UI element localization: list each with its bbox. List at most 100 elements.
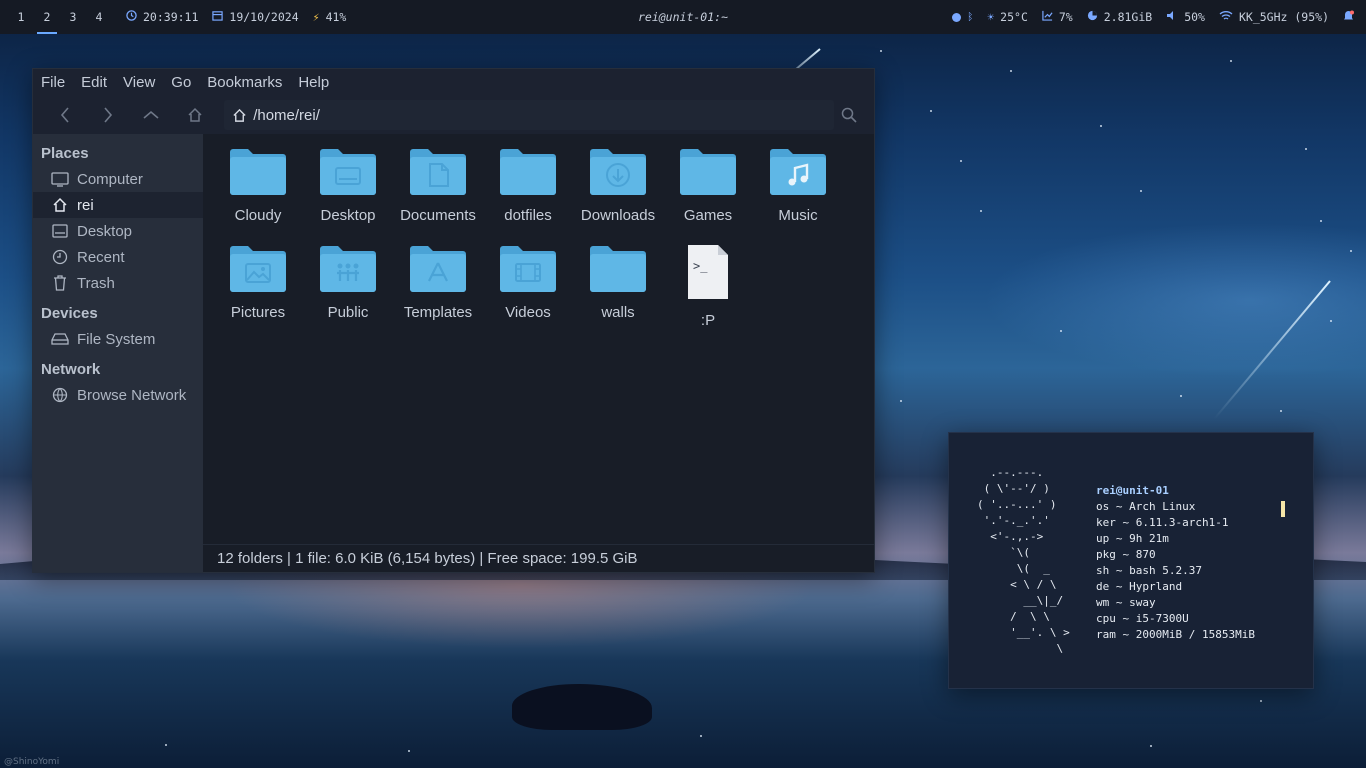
sidebar-item-desktop[interactable]: Desktop (33, 218, 203, 244)
sidebar-heading-places: Places (41, 145, 89, 162)
sidebar-item-label: Trash (77, 274, 115, 292)
notification-bell-icon[interactable] (1343, 10, 1354, 25)
bolt-icon: ⚡ (312, 10, 320, 24)
sidebar-item-rei[interactable]: rei (33, 192, 203, 218)
cpu-usage[interactable]: 7% (1042, 10, 1073, 24)
clock[interactable]: 20:39:11 (126, 10, 198, 24)
wifi[interactable]: KK_5GHz (95%) (1219, 10, 1329, 24)
folder-icon (679, 146, 737, 201)
file-manager-window: File Edit View Go Bookmarks Help /home/r… (32, 68, 875, 573)
file-item[interactable]: Games (663, 146, 753, 243)
home-icon (233, 108, 246, 122)
file-item-label: Desktop (320, 207, 376, 224)
folder-icon (229, 146, 287, 201)
sidebar-item-label: Browse Network (77, 386, 187, 404)
sidebar-item-label: File System (77, 330, 156, 348)
back-button[interactable] (43, 99, 86, 131)
location-bar[interactable]: /home/rei/ (224, 100, 835, 130)
sidebar-item-label: rei (77, 196, 94, 214)
file-item[interactable]: Videos (483, 243, 573, 340)
terminal-cursor (1281, 501, 1285, 517)
toolbar: /home/rei/ (33, 96, 874, 134)
chevron-up-icon (143, 110, 159, 119)
volume-value: 50% (1184, 10, 1205, 24)
workspace-1[interactable]: 1 (8, 0, 34, 34)
svg-text:>_: >_ (693, 259, 708, 273)
file-item-label: :P (700, 312, 716, 329)
file-item-label: walls (601, 304, 635, 321)
home-button[interactable] (173, 99, 216, 131)
lake-rock (512, 684, 652, 730)
menu-go[interactable]: Go (171, 74, 191, 91)
sidebar-item-computer[interactable]: Computer (33, 166, 203, 192)
workspace-2[interactable]: 2 (34, 0, 60, 34)
home-icon (51, 197, 69, 213)
file-item-label: Pictures (230, 304, 286, 321)
file-item[interactable]: Documents (393, 146, 483, 243)
fetch-packages: pkg ~ 870 (1096, 548, 1156, 561)
file-item[interactable]: Cloudy (213, 146, 303, 243)
fetch-cpu: cpu ~ i5-7300U (1096, 612, 1189, 625)
terminal-window[interactable]: .--.---. ( \'--'/ ) ( '..-...' ) '.'-._.… (948, 432, 1314, 689)
fetch-os: os ~ Arch Linux (1096, 500, 1196, 513)
wallpaper-credit: @ShinoYomi (4, 757, 60, 767)
up-button[interactable] (130, 99, 173, 131)
sidebar-item-file-system[interactable]: File System (33, 326, 203, 352)
sidebar-heading-devices: Devices (41, 305, 98, 322)
search-button[interactable] (834, 100, 864, 130)
folder-desktop-icon (319, 146, 377, 201)
wifi-icon (1219, 10, 1233, 24)
file-item[interactable]: Public (303, 243, 393, 340)
file-item[interactable]: walls (573, 243, 663, 340)
temperature-value: 25°C (1000, 10, 1028, 24)
file-item[interactable]: Pictures (213, 243, 303, 340)
location-path: /home/rei/ (253, 106, 320, 124)
clock-icon (126, 10, 137, 24)
file-item[interactable]: Music (753, 146, 843, 243)
sidebar-item-browse-network[interactable]: Browse Network (33, 382, 203, 408)
file-item-label: Cloudy (234, 207, 282, 224)
network-icon (51, 387, 69, 403)
file-item-label: Public (327, 304, 369, 321)
volume[interactable]: 50% (1166, 10, 1205, 24)
chevron-left-icon (60, 107, 69, 123)
ascii-art: .--.---. ( \'--'/ ) ( '..-...' ) '.'-._.… (977, 466, 1070, 655)
workspace-switcher: 1 2 3 4 (0, 0, 112, 34)
home-icon (188, 107, 202, 122)
status-bar: 12 folders | 1 file: 6.0 KiB (6,154 byte… (203, 544, 874, 572)
menu-bookmarks[interactable]: Bookmarks (207, 74, 282, 91)
bluetooth-icon[interactable]: ᛒ (967, 12, 973, 23)
file-item-label: Videos (505, 304, 551, 321)
file-item-label: Documents (400, 207, 476, 224)
fetch-shell: sh ~ bash 5.2.37 (1096, 564, 1202, 577)
workspace-3[interactable]: 3 (60, 0, 86, 34)
clock-time: 20:39:11 (143, 10, 199, 24)
menu-bar: File Edit View Go Bookmarks Help (33, 69, 874, 96)
status-dot-icon[interactable] (952, 12, 962, 22)
file-item[interactable]: >_ :P (663, 243, 753, 340)
folder-documents-icon (409, 146, 467, 201)
file-item[interactable]: Downloads (573, 146, 663, 243)
sidebar-item-label: Computer (77, 170, 143, 188)
temperature[interactable]: ☀ 25°C (987, 10, 1028, 24)
folder-public-icon (319, 243, 377, 298)
workspace-4[interactable]: 4 (86, 0, 112, 34)
fetch-user: rei@unit-01 (1096, 484, 1169, 497)
battery[interactable]: ⚡ 41% (313, 10, 347, 24)
sidebar-item-label: Desktop (77, 222, 133, 240)
date[interactable]: 19/10/2024 (212, 10, 299, 24)
menu-edit[interactable]: Edit (81, 74, 107, 91)
menu-help[interactable]: Help (298, 74, 329, 91)
menu-file[interactable]: File (41, 74, 65, 91)
file-item[interactable]: Desktop (303, 146, 393, 243)
file-item[interactable]: Templates (393, 243, 483, 340)
forward-button[interactable] (86, 99, 129, 131)
menu-view[interactable]: View (123, 74, 155, 91)
sidebar-item-trash[interactable]: Trash (33, 270, 203, 296)
sidebar: Places Computer rei Desktop Recent Trash (33, 134, 203, 572)
sidebar-item-recent[interactable]: Recent (33, 244, 203, 270)
tray: ᛒ (952, 12, 973, 23)
file-item[interactable]: dotfiles (483, 146, 573, 243)
memory-usage[interactable]: 2.81GiB (1087, 10, 1152, 24)
terminal-script-icon: >_ (680, 243, 736, 306)
